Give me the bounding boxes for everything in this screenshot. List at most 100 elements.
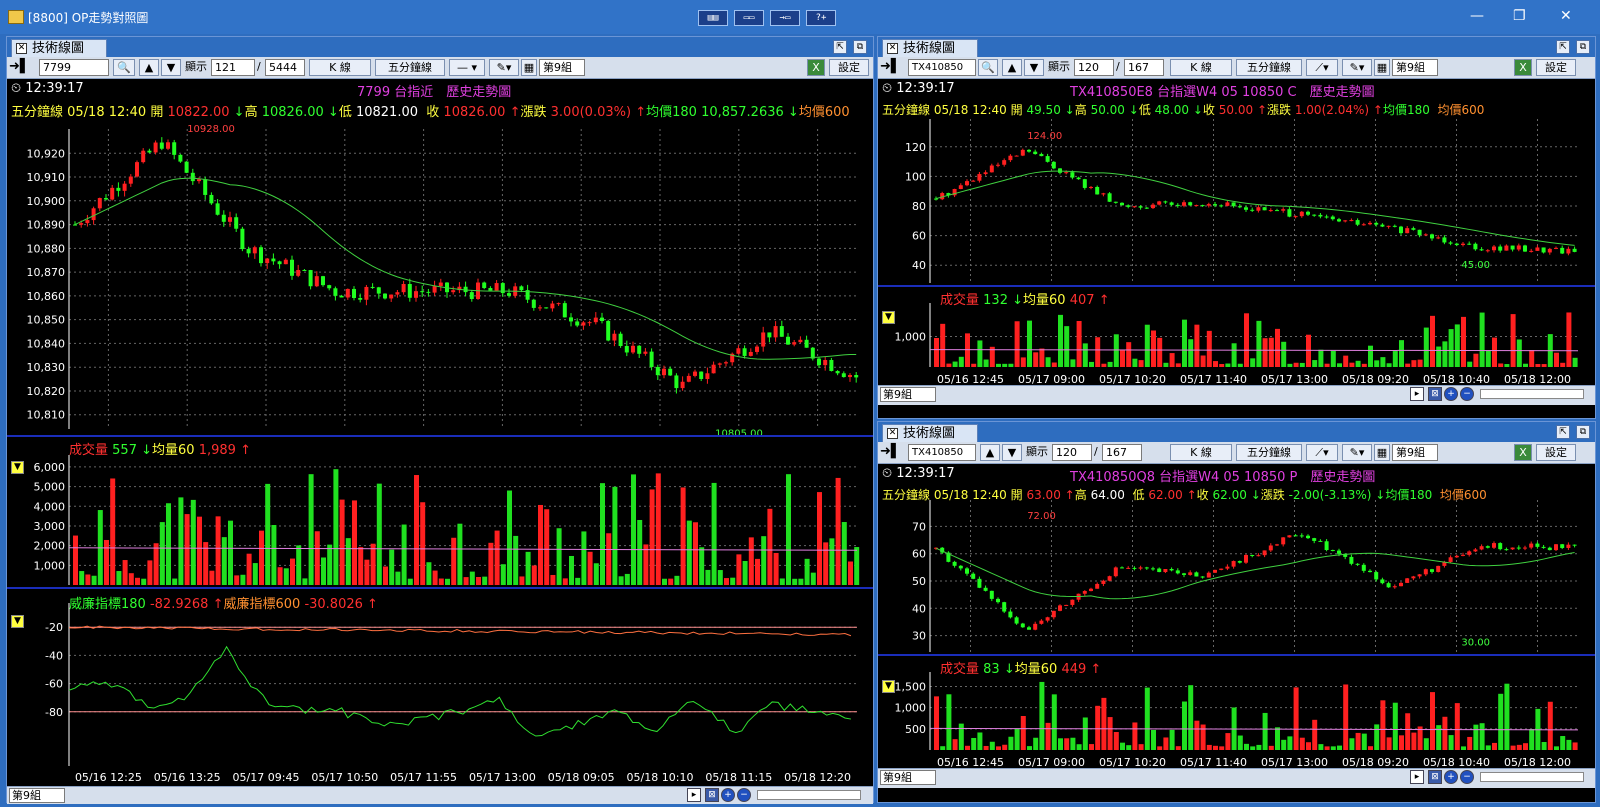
candle-body — [1275, 210, 1279, 212]
settings-button[interactable]: 設定 — [1536, 444, 1576, 461]
up-arrow-button[interactable]: ▲ — [1002, 59, 1022, 76]
tab-technical-chart[interactable]: ✕ 技術線圖 — [882, 424, 979, 442]
close-tab-icon[interactable]: ✕ — [16, 43, 27, 54]
scroll-right-icon[interactable]: ▸ — [1410, 387, 1424, 401]
group-select[interactable]: 第9組 — [9, 788, 65, 803]
layout-1-icon[interactable]: ▤▤ — [698, 10, 728, 26]
settings-button[interactable]: 設定 — [1536, 59, 1576, 76]
display-count-field[interactable]: 120 — [1052, 444, 1092, 461]
draw-tool-icon[interactable]: ✎▾ — [1342, 59, 1372, 76]
up-arrow-button[interactable]: ▲ — [139, 59, 159, 76]
layout-3-icon[interactable]: →▭ — [770, 10, 800, 26]
collapse-icon[interactable]: ▼ — [882, 311, 895, 324]
close-tab-icon[interactable]: ✕ — [887, 43, 898, 54]
excel-icon[interactable]: X — [807, 59, 825, 76]
period-dropdown[interactable]: 五分鐘線 — [375, 59, 445, 76]
search-icon[interactable]: 🔍 — [978, 59, 998, 76]
restore-icon[interactable]: ❐ — [1513, 8, 1526, 24]
up-arrow-button[interactable]: ▲ — [980, 444, 1000, 461]
williams-header: 威廉指標180 -82.9268 ↑威廉指標600 -30.8026 ↑ — [69, 597, 378, 612]
draw-tool-icon[interactable]: ✎▾ — [489, 59, 519, 76]
total-count-field[interactable]: 167 — [1102, 444, 1142, 461]
minimize-icon[interactable]: — — [1470, 8, 1484, 24]
line-style-dropdown[interactable]: — ▾ — [449, 59, 485, 76]
link-arrow-icon[interactable]: ➜▌ — [9, 59, 37, 76]
group-select[interactable]: 第9組 — [880, 770, 936, 785]
collapse-icon[interactable]: ▼ — [11, 615, 24, 628]
symbol-select[interactable]: TX410850 — [908, 59, 976, 76]
line-style-dropdown[interactable]: ⟋▾ — [1306, 59, 1338, 76]
zoom-out-icon[interactable]: − — [1460, 770, 1474, 784]
volume-bar — [1132, 722, 1138, 750]
scroll-right-icon[interactable]: ▸ — [1410, 770, 1424, 784]
candle-body — [1219, 205, 1224, 207]
volume-bar — [1386, 737, 1392, 750]
layout-4-icon[interactable]: ?+ — [806, 10, 836, 26]
line-style-dropdown[interactable]: ⟋▾ — [1306, 444, 1338, 461]
link-arrow-icon[interactable]: ➜▌ — [880, 59, 908, 76]
group-select[interactable]: 第9組 — [880, 387, 936, 402]
volume-bar — [333, 469, 339, 585]
group-select[interactable]: 第9組 — [1392, 59, 1438, 76]
volume-header: 成交量 557 ↓均量60 1,989 ↑ — [69, 443, 251, 458]
grid-icon[interactable]: ▦ — [521, 59, 537, 76]
symbol-select[interactable]: 7799 — [39, 59, 109, 76]
maximize-panel-icon[interactable]: ⇱ — [1556, 425, 1570, 439]
down-arrow-button[interactable]: ▼ — [161, 59, 181, 76]
float-panel-icon[interactable]: ⧉ — [1576, 40, 1590, 54]
total-count-field[interactable]: 5444 — [265, 59, 305, 76]
x-tick-label: 05/18 12:00 — [1504, 373, 1571, 385]
period-dropdown[interactable]: 五分鐘線 — [1236, 444, 1302, 461]
float-panel-icon[interactable]: ⧉ — [853, 40, 867, 54]
group-select[interactable]: 第9組 — [539, 59, 585, 76]
link-arrow-icon[interactable]: ➜▌ — [880, 444, 908, 461]
zoom-slider[interactable] — [757, 790, 861, 800]
maximize-panel-icon[interactable]: ⇱ — [833, 40, 847, 54]
volume-bar — [761, 536, 767, 585]
kline-dropdown[interactable]: K 線 — [1170, 444, 1232, 461]
zoom-out-icon[interactable]: − — [1460, 387, 1474, 401]
down-arrow-button[interactable]: ▼ — [1002, 444, 1022, 461]
zoom-in-icon[interactable]: + — [721, 788, 735, 802]
tab-technical-chart[interactable]: ✕ 技術線圖 — [882, 39, 979, 57]
grid-icon[interactable]: ▦ — [1374, 59, 1390, 76]
settings-button[interactable]: 設定 — [829, 59, 869, 76]
volume-bar — [624, 573, 630, 585]
group-select[interactable]: 第9組 — [1392, 444, 1438, 461]
collapse-icon[interactable]: ▼ — [882, 680, 895, 693]
down-arrow-button[interactable]: ▼ — [1024, 59, 1044, 76]
close-icon[interactable]: ✕ — [1560, 8, 1572, 24]
volume-bar — [1058, 314, 1063, 367]
maximize-panel-icon[interactable]: ⇱ — [1556, 40, 1570, 54]
float-panel-icon[interactable]: ⧉ — [1576, 425, 1590, 439]
tab-technical-chart[interactable]: ✕ 技術線圖 — [11, 39, 108, 57]
zoom-out-icon[interactable]: − — [737, 788, 751, 802]
excel-icon[interactable]: X — [1514, 444, 1532, 461]
zoom-in-icon[interactable]: + — [1444, 770, 1458, 784]
zoom-in-icon[interactable]: + — [1444, 387, 1458, 401]
zoom-slider[interactable] — [1480, 389, 1584, 399]
volume-bar — [1293, 362, 1299, 367]
candle-body — [1144, 567, 1149, 569]
kline-dropdown[interactable]: K 線 — [1170, 59, 1232, 76]
total-count-field[interactable]: 167 — [1124, 59, 1164, 76]
scroll-right-icon[interactable]: ▸ — [687, 788, 701, 802]
candle-body — [1485, 250, 1490, 252]
zoom-fit-icon[interactable]: ⊠ — [1428, 770, 1442, 784]
zoom-slider[interactable] — [1480, 772, 1584, 782]
close-tab-icon[interactable]: ✕ — [887, 428, 898, 439]
collapse-icon[interactable]: ▼ — [11, 461, 24, 474]
symbol-select[interactable]: TX410850 — [908, 444, 976, 461]
grid-icon[interactable]: ▦ — [1374, 444, 1390, 461]
period-dropdown[interactable]: 五分鐘線 — [1236, 59, 1302, 76]
layout-2-icon[interactable]: ▭▭ — [734, 10, 764, 26]
candle-body — [674, 375, 679, 389]
kline-dropdown[interactable]: K 線 — [309, 59, 371, 76]
display-count-field[interactable]: 121 — [211, 59, 255, 76]
excel-icon[interactable]: X — [1514, 59, 1532, 76]
zoom-fit-icon[interactable]: ⊠ — [705, 788, 719, 802]
display-count-field[interactable]: 120 — [1074, 59, 1114, 76]
zoom-fit-icon[interactable]: ⊠ — [1428, 387, 1442, 401]
search-icon[interactable]: 🔍 — [113, 59, 135, 76]
draw-tool-icon[interactable]: ✎▾ — [1342, 444, 1372, 461]
